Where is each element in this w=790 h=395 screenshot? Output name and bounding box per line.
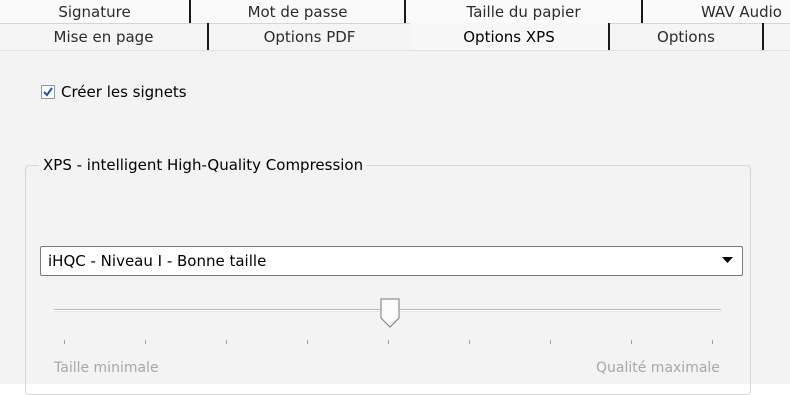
tab-options-pdf[interactable]: Options PDF xyxy=(209,23,410,50)
compression-slider-thumb[interactable] xyxy=(380,298,400,328)
slider-tick xyxy=(307,340,308,344)
checkmark-icon xyxy=(43,87,53,97)
slider-tick xyxy=(64,340,65,344)
slider-tick xyxy=(712,340,713,344)
create-bookmarks-label: Créer les signets xyxy=(61,83,187,101)
tab-wav-audio[interactable]: WAV Audio xyxy=(643,0,790,23)
compression-group-title: XPS - intelligent High-Quality Compressi… xyxy=(39,156,368,174)
compression-level-value: iHQC - Niveau I - Bonne taille xyxy=(48,252,267,270)
tab-mise-en-page[interactable]: Mise en page xyxy=(0,23,209,50)
dropdown-arrow-icon[interactable] xyxy=(722,257,733,264)
slider-tick xyxy=(145,340,146,344)
create-bookmarks-option[interactable]: Créer les signets xyxy=(41,83,187,101)
slider-tick xyxy=(631,340,632,344)
tab-row-1: Signature Mot de passe Taille du papier … xyxy=(0,0,790,23)
compression-level-select[interactable]: iHQC - Niveau I - Bonne taille xyxy=(40,246,743,276)
create-bookmarks-checkbox[interactable] xyxy=(41,85,55,99)
slider-tick xyxy=(550,340,551,344)
slider-min-label: Taille minimale xyxy=(54,360,159,376)
slider-max-label: Qualité maximale xyxy=(596,360,720,376)
tab-options[interactable]: Options xyxy=(610,23,764,50)
tab-taille-du-papier[interactable]: Taille du papier xyxy=(406,0,643,23)
tab-signature[interactable]: Signature xyxy=(0,0,191,23)
tab-options-xps[interactable]: Options XPS xyxy=(410,23,610,50)
slider-tick xyxy=(469,340,470,344)
tab-row-2: Mise en page Options PDF Options XPS Opt… xyxy=(0,23,790,50)
slider-tick xyxy=(226,340,227,344)
slider-tick xyxy=(388,340,389,344)
tab-mot-de-passe[interactable]: Mot de passe xyxy=(191,0,406,23)
